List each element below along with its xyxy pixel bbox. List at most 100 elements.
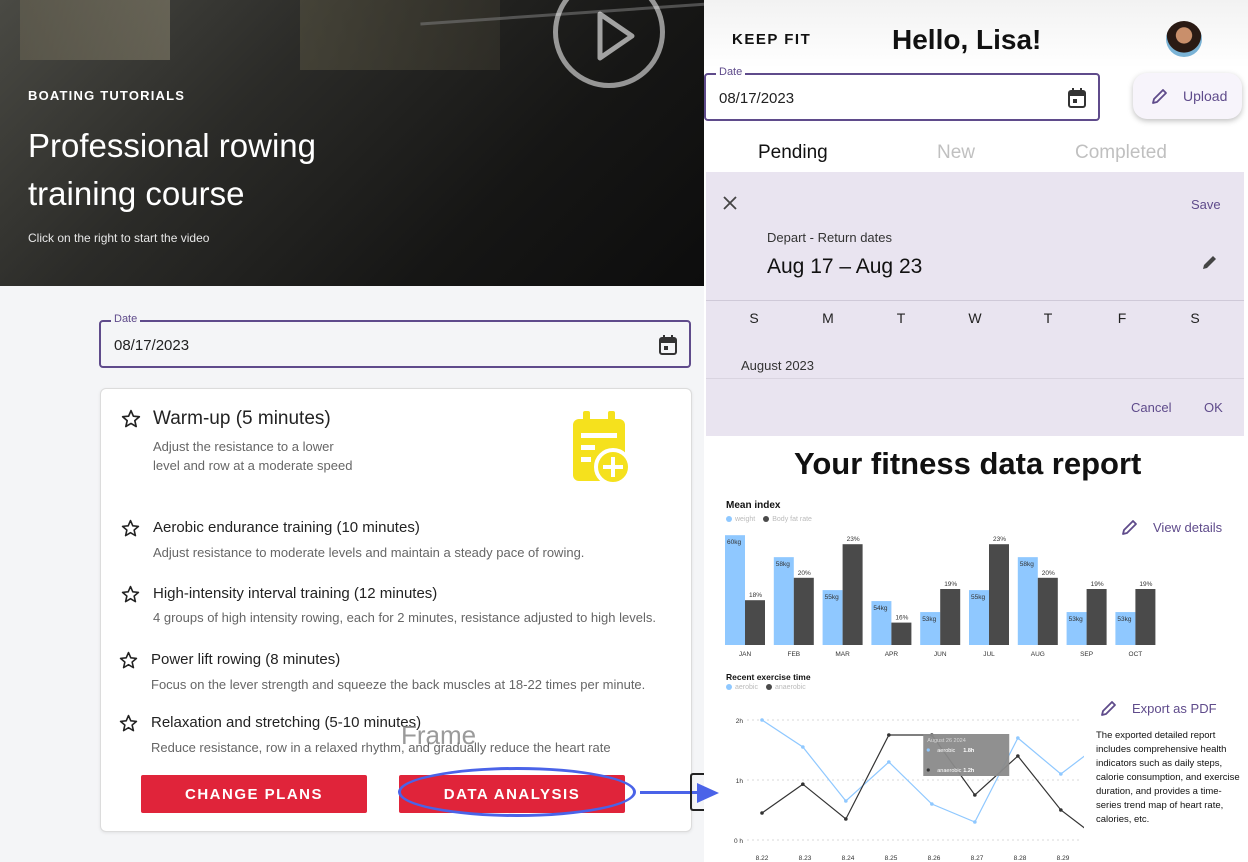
y-tick-label: 2h bbox=[736, 718, 744, 725]
calendar-add-icon[interactable] bbox=[573, 411, 631, 485]
data-point bbox=[1016, 754, 1020, 758]
bar-data-label: 58kg bbox=[1020, 561, 1034, 568]
data-point bbox=[1016, 736, 1020, 740]
x-tick-label: 8.25 bbox=[885, 855, 898, 862]
divider bbox=[706, 378, 1244, 379]
hero-background-detail bbox=[300, 0, 500, 70]
mean-index-chart: 60kg 18% JAN 58kg 20% FEB 55kg 23% MAR 54kg 16% APR… bbox=[725, 535, 1156, 658]
edit-icon[interactable] bbox=[1201, 253, 1219, 271]
flow-arrow-head bbox=[697, 783, 719, 803]
star-icon[interactable] bbox=[121, 409, 141, 429]
play-icon[interactable] bbox=[596, 10, 636, 62]
star-icon[interactable] bbox=[121, 585, 140, 604]
bar-data-label: 23% bbox=[847, 536, 860, 543]
bar-data-label: 53kg bbox=[922, 616, 936, 623]
date-field[interactable]: Date 08/17/2023 bbox=[704, 66, 1100, 121]
x-tick-label: FEB bbox=[787, 651, 800, 658]
plan-item-title: Warm-up (5 minutes) bbox=[153, 408, 331, 429]
greeting: Hello, Lisa! bbox=[892, 24, 1042, 55]
status-tabs: Pending New Completed bbox=[704, 140, 1248, 170]
star-icon[interactable] bbox=[119, 651, 138, 670]
legend-item: aerobic bbox=[726, 684, 758, 691]
bar-data-label: 19% bbox=[1139, 581, 1152, 588]
data-point bbox=[1059, 808, 1063, 812]
legend-item: weight bbox=[726, 516, 755, 523]
bar-data-label: 19% bbox=[944, 581, 957, 588]
bar-data-label: 20% bbox=[1042, 570, 1055, 577]
bar-bodyfat bbox=[1086, 589, 1107, 645]
plan-item-title: Power lift rowing (8 minutes) bbox=[151, 651, 341, 668]
x-tick-label: SEP bbox=[1080, 651, 1093, 658]
plan-item-desc: Adjust resistance to moderate levels and… bbox=[153, 545, 585, 560]
tooltip-series: anaerobic bbox=[937, 768, 961, 774]
pencil-icon bbox=[1122, 520, 1137, 535]
weekday-label: M bbox=[822, 310, 834, 326]
legend-label: aerobic bbox=[735, 684, 758, 691]
fitness-app-panel: KEEP FIT Hello, Lisa! Upload Pending New… bbox=[704, 0, 1248, 862]
x-tick-label: 8.22 bbox=[756, 855, 769, 862]
data-point bbox=[887, 760, 891, 764]
star-icon[interactable] bbox=[121, 519, 140, 538]
date-label: Date bbox=[111, 313, 141, 325]
avatar[interactable] bbox=[1166, 21, 1202, 57]
training-plan-card: Warm-up (5 minutes) Adjust the resistanc… bbox=[100, 388, 692, 832]
plan-item-desc: Adjust the resistance to a lower level a… bbox=[153, 439, 353, 473]
calendar-icon[interactable] bbox=[1068, 88, 1086, 108]
x-tick-label: 8.27 bbox=[971, 855, 984, 862]
frame-label: Frame bbox=[401, 720, 477, 750]
bar-data-label: 55kg bbox=[825, 594, 839, 601]
hero-subtitle: Click on the right to start the video bbox=[28, 231, 210, 245]
plan-item-title: Relaxation and stretching (5-10 minutes) bbox=[151, 714, 422, 731]
calendar-icon[interactable] bbox=[659, 335, 677, 355]
y-tick-label: 0 h bbox=[734, 838, 743, 845]
legend-item: Body fat rate bbox=[763, 516, 812, 523]
hero-eyebrow: BOATING TUTORIALS bbox=[28, 88, 186, 103]
bar-weight bbox=[773, 557, 794, 645]
data-point bbox=[760, 718, 764, 722]
export-description: The exported detailed report includes co… bbox=[1096, 730, 1240, 825]
date-value[interactable]: 08/17/2023 bbox=[114, 337, 189, 354]
tooltip-date: August 26 2024 bbox=[927, 738, 966, 744]
video-hero[interactable]: BOATING TUTORIALS Professional rowing tr… bbox=[0, 0, 704, 286]
view-details-label: View details bbox=[1153, 519, 1223, 535]
date-field[interactable]: Date 08/17/2023 bbox=[99, 313, 691, 368]
tab-pending[interactable]: Pending bbox=[758, 142, 828, 164]
weekday-label: W bbox=[968, 310, 982, 326]
date-range-picker: Save Depart - Return dates Aug 17 – Aug … bbox=[706, 172, 1244, 436]
bar-data-label: 18% bbox=[749, 592, 762, 599]
plan-item-desc: Focus on the lever strength and squeeze … bbox=[151, 677, 646, 692]
export-label: Export as PDF bbox=[1132, 700, 1217, 716]
close-icon[interactable] bbox=[722, 195, 738, 211]
tooltip-value: 1.2h bbox=[963, 768, 975, 774]
data-point bbox=[844, 817, 848, 821]
save-button[interactable]: Save bbox=[1191, 197, 1221, 212]
tab-completed[interactable]: Completed bbox=[1075, 142, 1167, 164]
data-point bbox=[844, 799, 848, 803]
divider bbox=[706, 300, 1244, 301]
view-details-link[interactable]: View details bbox=[1121, 518, 1222, 536]
brand-logo: KEEP FIT bbox=[732, 31, 812, 48]
bar-data-label: 19% bbox=[1091, 581, 1104, 588]
bar-weight bbox=[725, 535, 745, 645]
data-point bbox=[801, 745, 805, 749]
bar-bodyfat bbox=[989, 544, 1009, 645]
hero-background bbox=[20, 0, 170, 60]
upload-button[interactable]: Upload bbox=[1133, 73, 1242, 119]
pencil-icon bbox=[1101, 701, 1116, 716]
data-point bbox=[887, 733, 891, 737]
plan-item-desc: 4 groups of high intensity rowing, each … bbox=[153, 610, 656, 625]
weekday-label: T bbox=[896, 310, 906, 326]
export-pdf-link[interactable]: Export as PDF bbox=[1100, 699, 1217, 717]
date-value[interactable]: 08/17/2023 bbox=[719, 90, 794, 107]
x-tick-label: 8.28 bbox=[1014, 855, 1027, 862]
x-tick-label: 8.26 bbox=[928, 855, 941, 862]
tooltip-series: aerobic bbox=[937, 748, 955, 754]
highlight-ellipse bbox=[398, 767, 636, 817]
legend-label: anaerobic bbox=[774, 684, 806, 691]
tab-new[interactable]: New bbox=[937, 142, 975, 164]
star-icon[interactable] bbox=[119, 714, 138, 733]
ok-button[interactable]: OK bbox=[1204, 400, 1223, 415]
tooltip-value: 1.8h bbox=[963, 748, 975, 754]
cancel-button[interactable]: Cancel bbox=[1131, 400, 1171, 415]
change-plans-button[interactable]: CHANGE PLANS bbox=[141, 775, 367, 813]
